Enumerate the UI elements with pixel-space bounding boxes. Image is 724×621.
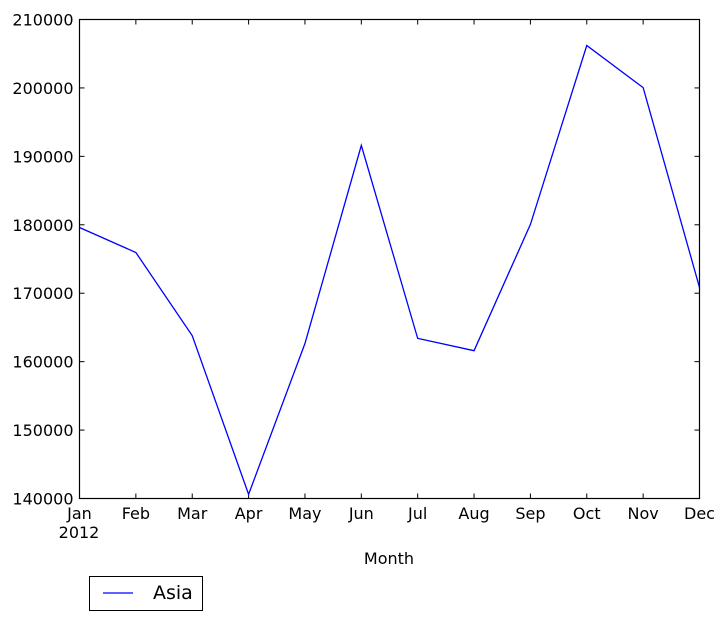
legend-label-asia: Asia xyxy=(153,582,193,604)
x-tick-label: Aug xyxy=(458,504,489,523)
y-tick-label: 200000 xyxy=(12,79,73,98)
x-year-label: 2012 xyxy=(59,523,100,542)
x-axis-ticks: Jan Feb Mar Apr May Jun Jul Aug Sep Oct Nov Dec xyxy=(66,19,715,523)
series-group xyxy=(79,44,701,497)
x-tick-label: May xyxy=(288,504,321,523)
x-tick-label: Mar xyxy=(177,504,208,523)
x-tick-label: Nov xyxy=(628,504,659,523)
x-tick-label: Jul xyxy=(407,504,427,523)
x-tick-label: Feb xyxy=(122,504,150,523)
x-tick-label: Apr xyxy=(235,504,263,523)
y-tick-label: 190000 xyxy=(12,147,73,166)
series-line-asia xyxy=(79,44,701,497)
y-tick-label: 140000 xyxy=(12,490,73,509)
y-axis-ticks: 140000 150000 160000 170000 180000 190000 2000… xyxy=(12,11,700,509)
y-tick-label: 210000 xyxy=(12,11,73,30)
x-tick-label: Sep xyxy=(515,504,545,523)
legend: Asia xyxy=(89,576,203,611)
x-tick-label: Jan xyxy=(66,504,92,523)
x-tick-label: Dec xyxy=(684,504,715,523)
chart-canvas: 140000 150000 160000 170000 180000 190000 2000… xyxy=(12,11,715,611)
x-tick-label: Jun xyxy=(348,504,374,523)
x-tick-label: Oct xyxy=(573,504,601,523)
y-tick-label: 170000 xyxy=(12,284,73,303)
x-axis-label: Month xyxy=(364,549,414,568)
y-tick-label: 150000 xyxy=(12,421,73,440)
y-tick-label: 180000 xyxy=(12,216,73,235)
y-tick-label: 160000 xyxy=(12,353,73,372)
plot-frame xyxy=(78,18,701,500)
